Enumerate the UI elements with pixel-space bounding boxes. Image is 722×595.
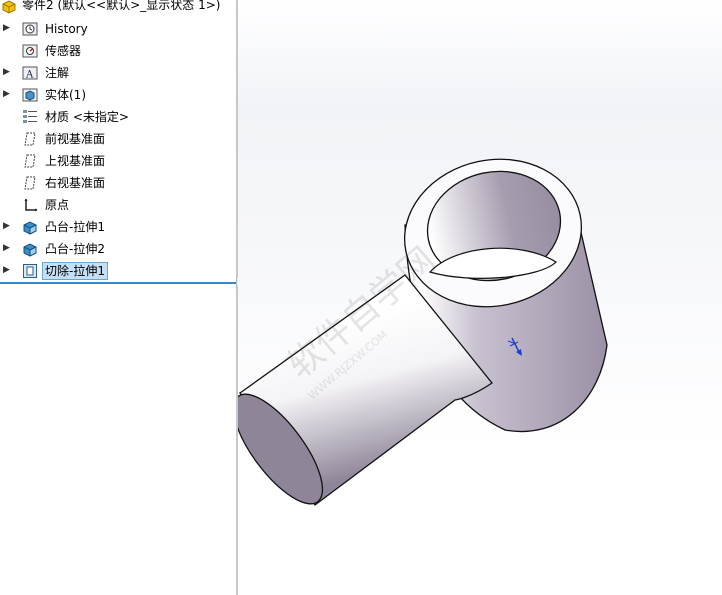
expand-arrow-icon[interactable]: ▶ [3, 265, 10, 275]
expand-arrow-icon[interactable]: ▶ [3, 67, 10, 77]
tree-item-label: History [45, 22, 88, 36]
tree-item-label: 前视基准面 [45, 132, 106, 146]
expand-arrow-icon[interactable]: ▶ [3, 243, 10, 253]
sensor-icon [22, 44, 38, 58]
tree-item-label: 材质 <未指定> [45, 110, 129, 124]
boss-extrude-icon [23, 221, 37, 235]
tree-item-label: 上视基准面 [45, 154, 106, 168]
expand-arrow-icon[interactable]: ▶ [3, 89, 10, 99]
tree-item-cut-extrude1[interactable]: ▶ 切除-拉伸1 [0, 260, 236, 282]
graphics-viewport[interactable]: 软件自学网 WWW.RJZXW.COM [238, 0, 722, 595]
cut-extrude-icon [23, 264, 37, 278]
part-icon [2, 0, 16, 14]
plane-icon [24, 176, 36, 190]
part-3d-model[interactable]: 软件自学网 WWW.RJZXW.COM [238, 0, 722, 595]
feature-manager-tree: 零件2 (默认<<默认>_显示状态 1>) ▶ History 传感器 ▶ A … [0, 0, 236, 595]
tree-item-boss-extrude2[interactable]: ▶ 凸台-拉伸2 [0, 238, 236, 260]
tree-item-solid-bodies[interactable]: ▶ 实体(1) [0, 84, 236, 106]
tree-item-boss-extrude1[interactable]: ▶ 凸台-拉伸1 [0, 216, 236, 238]
history-icon [22, 22, 38, 36]
tree-item-right-plane[interactable]: 右视基准面 [0, 172, 236, 194]
boss-extrude-icon [23, 243, 37, 257]
origin-icon [24, 198, 38, 212]
plane-icon [24, 154, 36, 168]
tree-item-material[interactable]: 材质 <未指定> [0, 106, 236, 128]
expand-arrow-icon[interactable]: ▶ [3, 23, 10, 33]
tree-item-label: 切除-拉伸1 [42, 262, 108, 280]
rollback-bar[interactable] [0, 282, 236, 284]
material-icon [23, 110, 37, 123]
tree-item-label: 凸台-拉伸1 [45, 220, 105, 234]
svg-text:A: A [25, 70, 34, 81]
tree-item-origin[interactable]: 原点 [0, 194, 236, 216]
tree-item-label: 原点 [45, 198, 70, 212]
expand-arrow-icon[interactable]: ▶ [3, 221, 10, 231]
tree-item-label: 传感器 [45, 44, 82, 58]
tree-item-sensors[interactable]: 传感器 [0, 40, 236, 62]
solid-bodies-icon [22, 88, 38, 102]
tree-item-label: 实体(1) [45, 88, 86, 102]
tree-item-label: 注解 [45, 66, 70, 80]
annotation-icon: A [22, 66, 38, 81]
tree-item-annotations[interactable]: ▶ A 注解 [0, 62, 236, 84]
tree-item-top-plane[interactable]: 上视基准面 [0, 150, 236, 172]
tree-item-front-plane[interactable]: 前视基准面 [0, 128, 236, 150]
plane-icon [24, 132, 36, 146]
tree-item-label: 右视基准面 [45, 176, 106, 190]
tree-item-history[interactable]: ▶ History [0, 18, 236, 40]
tree-root-label: 零件2 (默认<<默认>_显示状态 1>) [22, 0, 221, 12]
tree-item-label: 凸台-拉伸2 [45, 242, 105, 256]
